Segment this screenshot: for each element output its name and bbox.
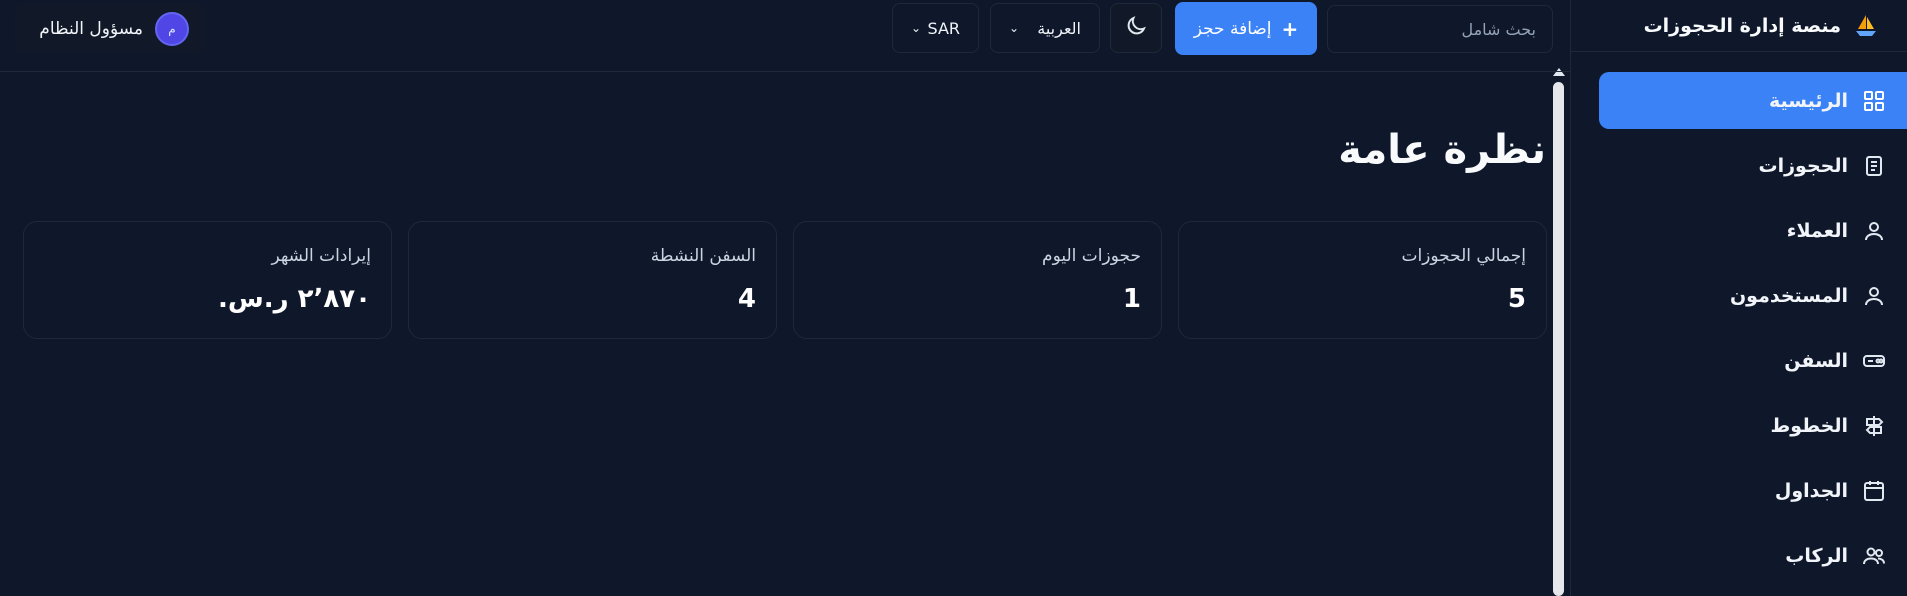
stat-value: 4 [737,284,756,314]
stat-card-total-bookings: إجمالي الحجوزات 5 [1178,221,1547,339]
chevron-down-icon: ⌄ [911,21,922,35]
sailboat-icon [1853,13,1879,39]
sidebar-item-users[interactable]: المستخدمون [1599,267,1907,324]
sidebar: منصة إدارة الحجوزات الرئيسية الحجوزات ال… [1570,0,1907,596]
sidebar-item-label: الخطوط [1770,414,1849,437]
sidebar-nav: الرئيسية الحجوزات العملاء المستخدمون الس… [1571,52,1907,584]
stats-cards: إجمالي الحجوزات 5 حجوزات اليوم 1 السفن ا… [23,221,1547,339]
scrollbar-thumb[interactable] [1553,82,1564,596]
brand-title: منصة إدارة الحجوزات [1643,14,1841,37]
brand: منصة إدارة الحجوزات [1571,0,1907,52]
stat-card-monthly-revenue: إيرادات الشهر ٢٬٨٧٠ ر.س. [23,221,392,339]
sidebar-item-label: العملاء [1786,219,1848,242]
user-name: مسؤول النظام [39,18,143,39]
page-title: نظرة عامة [1338,127,1546,173]
moon-icon [1124,14,1148,42]
stat-value: ٢٬٨٧٠ ر.س. [217,284,371,314]
sidebar-item-label: الحجوزات [1758,154,1849,177]
search-input[interactable] [1327,5,1553,53]
users-icon [1862,544,1886,568]
avatar: م [155,11,189,46]
language-value: العربية [1037,18,1081,38]
chevron-down-icon: ⌄ [1009,21,1020,35]
stat-label: حجوزات اليوم [1042,246,1141,266]
sidebar-item-bookings[interactable]: الحجوزات [1599,137,1907,194]
stat-label: إيرادات الشهر [271,246,371,266]
stat-value: 1 [1122,284,1141,314]
language-select[interactable]: العربية ⌄ [990,3,1100,53]
add-booking-button[interactable]: + إضافة حجز [1175,2,1317,55]
receipt-icon [1862,154,1886,178]
currency-select[interactable]: SAR ⌄ [892,3,979,53]
grid-icon [1862,89,1886,113]
calendar-icon [1862,479,1886,503]
sidebar-item-label: المستخدمون [1729,284,1848,307]
plus-icon: + [1281,16,1299,41]
sidebar-item-label: الجداول [1774,479,1848,502]
add-booking-label: إضافة حجز [1193,18,1272,39]
sidebar-item-routes[interactable]: الخطوط [1599,397,1907,454]
sidebar-item-label: الرئيسية [1769,89,1848,112]
stat-label: إجمالي الحجوزات [1401,246,1526,266]
sidebar-item-customers[interactable]: العملاء [1599,202,1907,259]
topbar: + إضافة حجز العربية ⌄ SAR ⌄ م مسؤول النظ… [0,0,1570,72]
stat-label: السفن النشطة [650,246,756,266]
theme-toggle-button[interactable] [1110,3,1162,53]
currency-value: SAR [927,18,960,38]
stat-card-active-ships: السفن النشطة 4 [408,221,777,339]
sidebar-item-passengers[interactable]: الركاب [1599,527,1907,584]
user-icon [1862,219,1886,243]
ship-icon [1862,349,1886,373]
stat-card-today-bookings: حجوزات اليوم 1 [793,221,1162,339]
sidebar-item-label: الركاب [1785,544,1848,567]
signpost-icon [1862,414,1886,438]
sidebar-item-home[interactable]: الرئيسية [1599,72,1907,129]
sidebar-item-label: السفن [1784,349,1848,372]
sidebar-item-schedules[interactable]: الجداول [1599,462,1907,519]
user-icon [1862,284,1886,308]
stat-value: 5 [1507,284,1526,314]
sidebar-item-ships[interactable]: السفن [1599,332,1907,389]
user-menu[interactable]: م مسؤول النظام [15,4,205,53]
